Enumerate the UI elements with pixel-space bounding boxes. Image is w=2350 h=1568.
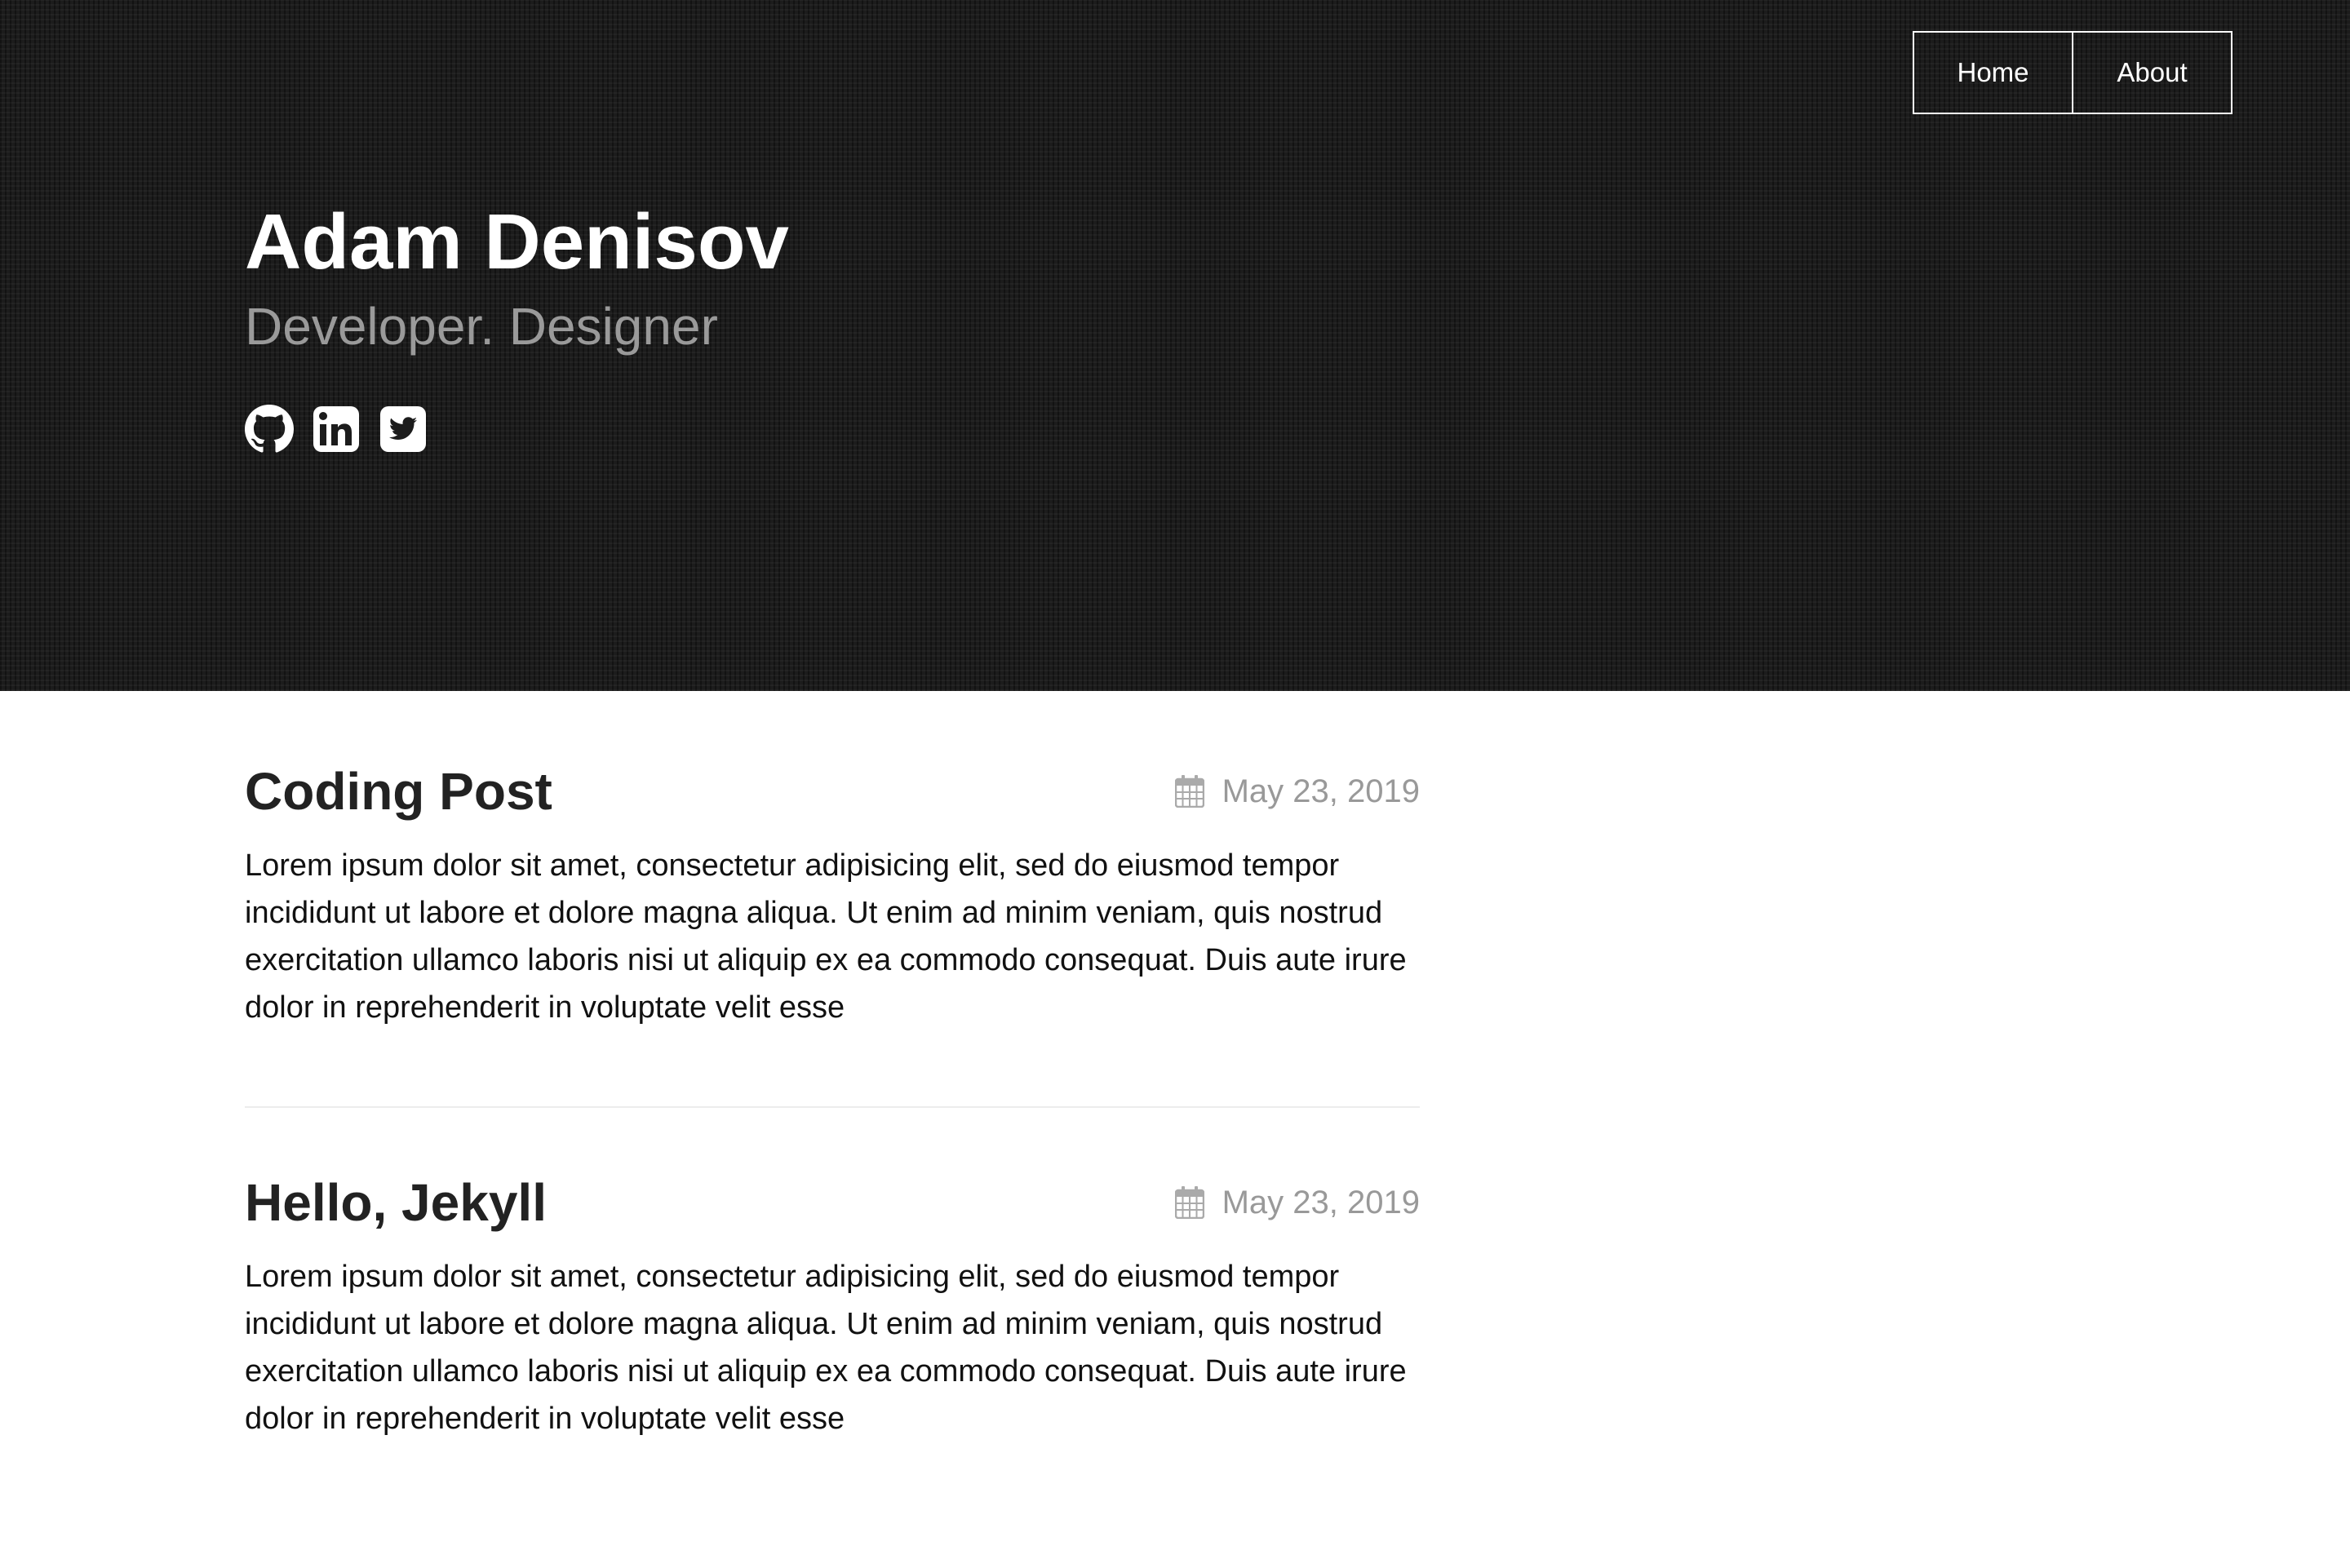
post-date-text: May 23, 2019 xyxy=(1222,773,1420,809)
social-links xyxy=(245,405,428,454)
post-item: Hello, Jekyll May 23, 2019 Lorem ipsum d… xyxy=(245,1162,1420,1442)
top-nav: Home About xyxy=(1913,31,2232,114)
linkedin-icon[interactable] xyxy=(312,405,361,454)
github-icon[interactable] xyxy=(245,405,294,454)
post-date: May 23, 2019 xyxy=(1174,768,1420,814)
calendar-icon xyxy=(1174,775,1204,808)
nav-about-link[interactable]: About xyxy=(2072,33,2231,113)
nav-home-link[interactable]: Home xyxy=(1914,33,2072,113)
calendar-icon xyxy=(1174,1186,1204,1219)
post-item: Coding Post May 23, 2019 Lorem ipsum dol… xyxy=(245,751,1420,1031)
twitter-icon[interactable] xyxy=(379,405,428,454)
post-divider xyxy=(245,1106,1420,1108)
post-excerpt: Lorem ipsum dolor sit amet, consectetur … xyxy=(245,848,1407,1025)
hero-header: Home About Adam Denisov Developer. Desig… xyxy=(0,0,2350,691)
post-list: Coding Post May 23, 2019 Lorem ipsum dol… xyxy=(245,751,1420,1442)
post-date-text: May 23, 2019 xyxy=(1222,1185,1420,1220)
site-title: Adam Denisov xyxy=(245,198,789,286)
site-tagline: Developer. Designer xyxy=(245,297,718,356)
post-excerpt: Lorem ipsum dolor sit amet, consectetur … xyxy=(245,1260,1407,1436)
post-date: May 23, 2019 xyxy=(1174,1180,1420,1225)
